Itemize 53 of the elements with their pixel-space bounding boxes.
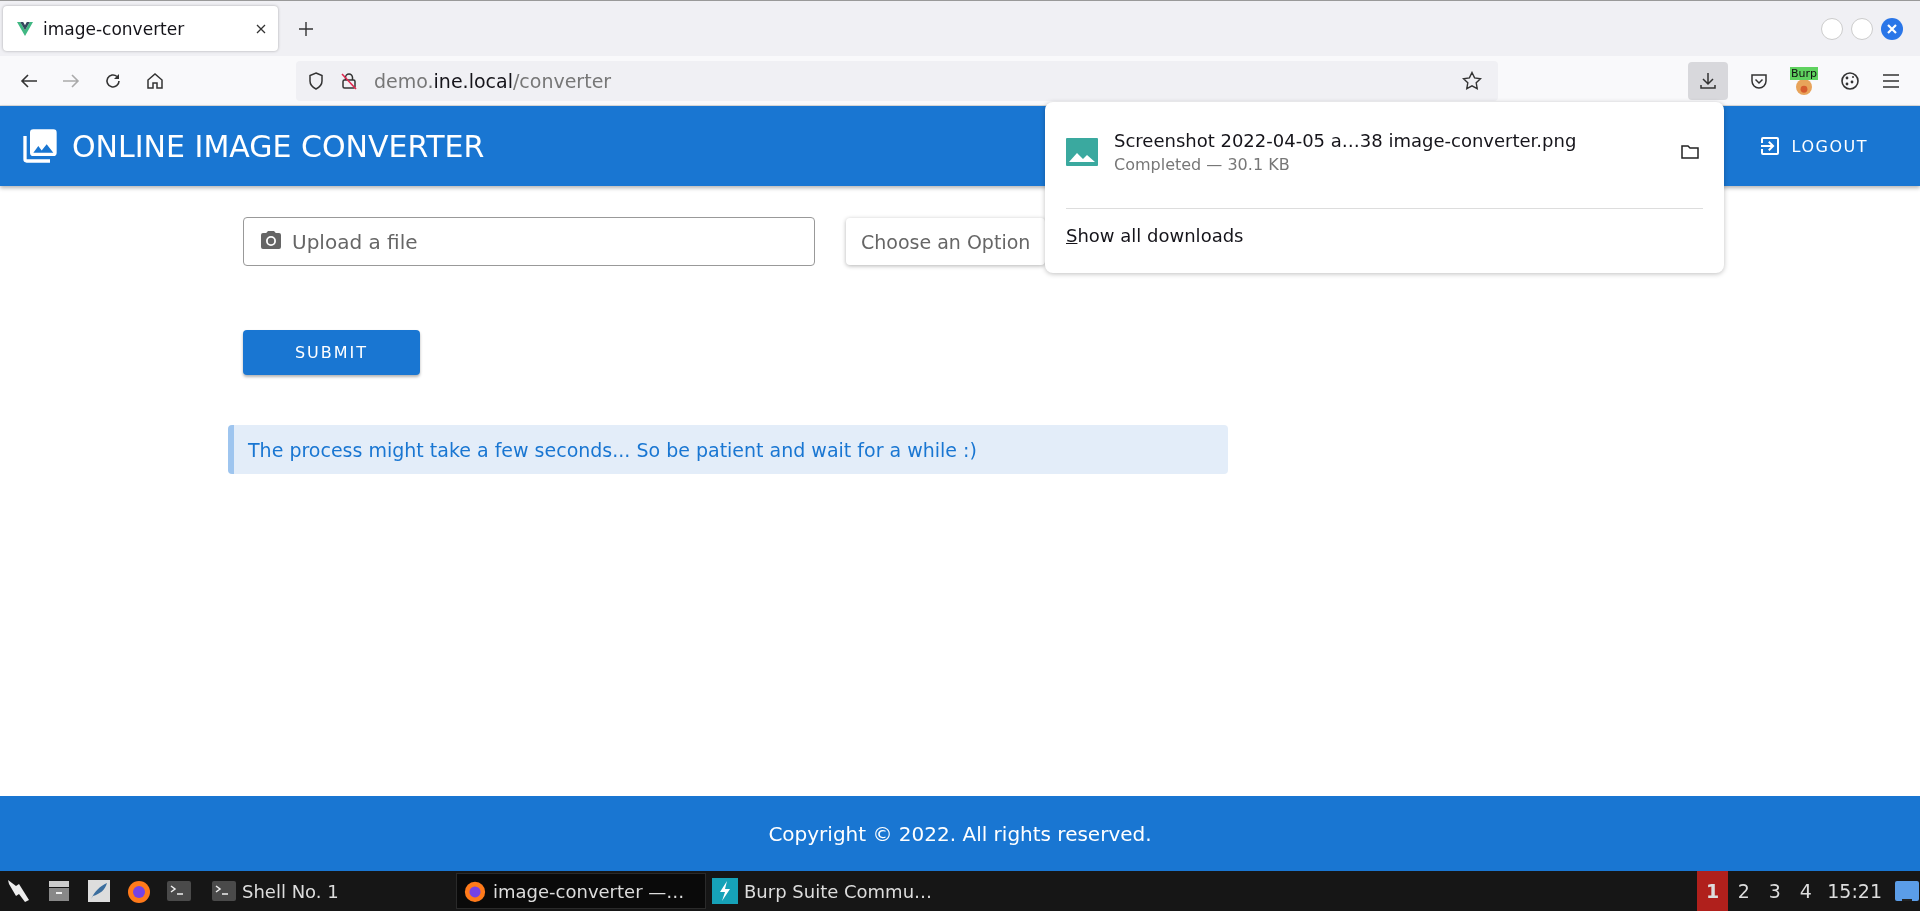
clock: 15:21	[1827, 880, 1882, 902]
feather-icon[interactable]	[86, 878, 112, 904]
download-item[interactable]: Screenshot 2022-04-05 a…38 image-converter.png Completed — 30.1 KB	[1066, 130, 1703, 174]
folder-icon[interactable]	[1681, 144, 1699, 160]
file-name: Screenshot 2022-04-05 a…38 image-converter.png	[1114, 130, 1578, 151]
cookie-icon[interactable]	[1840, 70, 1860, 91]
submit-button[interactable]: SUBMIT	[243, 330, 420, 375]
close-icon[interactable]	[256, 23, 266, 34]
insecure-lock-icon	[340, 71, 358, 90]
tab-title: image-converter	[43, 18, 186, 39]
image-library-icon	[20, 126, 60, 166]
info-alert: The process might take a few seconds... So be patient and wait for a while :)	[228, 425, 1228, 474]
workspace-button[interactable]: 2	[1728, 871, 1760, 911]
window-title: image-converter —…	[493, 880, 685, 902]
image-file-icon	[1066, 138, 1098, 166]
reload-icon[interactable]	[104, 71, 122, 90]
firefox-icon[interactable]	[126, 878, 152, 904]
show-all-downloads-link[interactable]: Show all downloads	[1066, 225, 1244, 246]
terminal-icon	[212, 880, 236, 902]
pocket-icon[interactable]	[1750, 71, 1768, 90]
shield-icon	[308, 71, 324, 90]
url-text: demo.ine.local/converter	[374, 69, 612, 92]
workspace-button[interactable]: 4	[1790, 871, 1822, 911]
star-icon[interactable]	[1462, 70, 1482, 91]
taskbar-window-button[interactable]: image-converter —…	[456, 873, 706, 909]
download-icon	[1699, 71, 1717, 90]
v-logo-icon	[17, 21, 33, 36]
window-title: Shell No. 1	[242, 880, 339, 902]
option-select[interactable]: Choose an Option	[846, 218, 1045, 265]
workspace-button[interactable]: 3	[1759, 871, 1791, 911]
terminal-icon[interactable]	[166, 878, 192, 904]
lightning-icon	[712, 878, 738, 904]
desktop-icon[interactable]	[1894, 879, 1920, 903]
back-icon[interactable]	[20, 72, 38, 89]
menu-icon[interactable]	[1882, 73, 1900, 88]
extension-button[interactable]: Burp	[1790, 66, 1818, 95]
logout-button[interactable]: LOGOUT	[1737, 126, 1888, 166]
file-cabinet-icon[interactable]	[46, 878, 72, 904]
download-status: Completed — 30.1 KB	[1114, 155, 1291, 174]
extension-badge: Burp	[1790, 66, 1819, 80]
browser-tab[interactable]: image-converter	[3, 6, 278, 51]
downloads-button[interactable]	[1688, 61, 1728, 100]
firefox-icon	[463, 879, 487, 903]
taskbar-window-button[interactable]: Burp Suite Commu…	[706, 873, 956, 909]
workspace-button[interactable]: 1	[1697, 871, 1729, 911]
taskbar-window-button[interactable]: Shell No. 1	[206, 873, 456, 909]
home-icon[interactable]	[146, 71, 164, 90]
address-bar[interactable]: demo.ine.local/converter	[296, 60, 1498, 101]
app-title: ONLINE IMAGE CONVERTER	[72, 128, 485, 164]
copyright-text: Copyright © 2022. All rights reserved.	[768, 821, 1152, 846]
window-title: Burp Suite Commu…	[744, 880, 933, 902]
new-tab-icon[interactable]	[299, 21, 313, 36]
file-upload-field[interactable]: Upload a file	[243, 217, 815, 266]
